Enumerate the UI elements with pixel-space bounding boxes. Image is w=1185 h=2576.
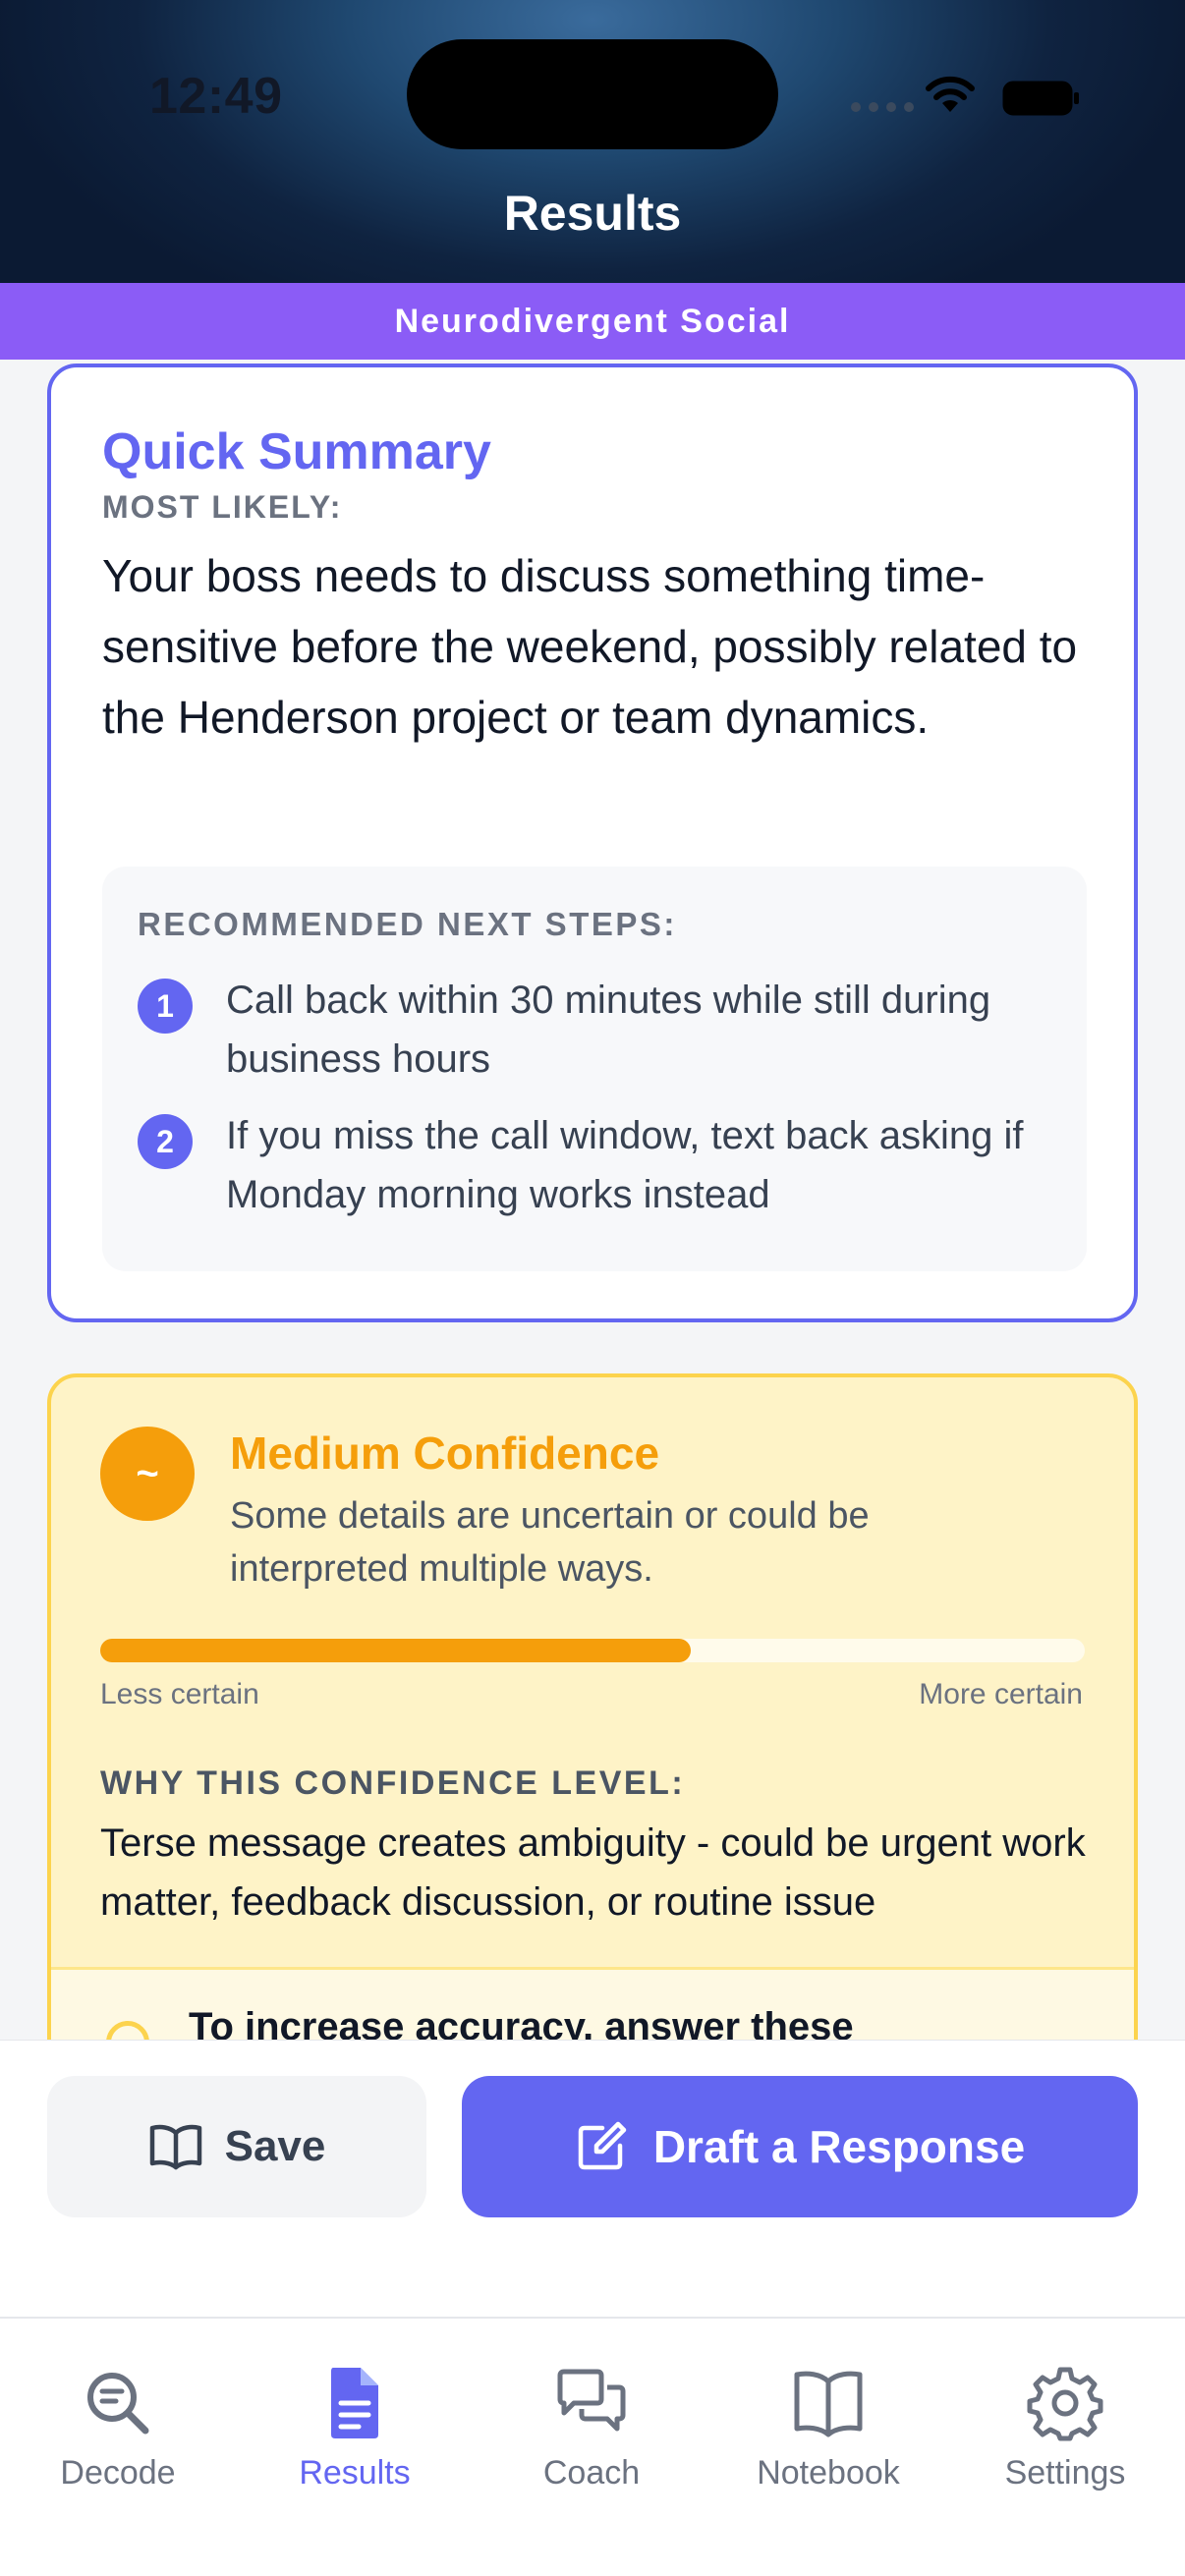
status-icons — [845, 73, 1091, 120]
cellular-signal-icon — [851, 102, 914, 112]
dynamic-island — [407, 39, 778, 149]
chat-bubbles-icon — [557, 2369, 626, 2432]
accuracy-prompt: To increase accuracy, answer these — [189, 2005, 854, 2040]
quick-summary-card: Quick Summary MOST LIKELY: Your boss nee… — [47, 364, 1138, 1322]
lightbulb-icon — [106, 2021, 149, 2040]
most-likely-text: Your boss needs to discuss something tim… — [102, 550, 1078, 743]
confidence-meter-fill — [100, 1639, 692, 1662]
save-label: Save — [224, 2122, 326, 2170]
step-number-badge: 1 — [138, 979, 193, 1034]
book-icon — [794, 2371, 863, 2437]
tab-label: Settings — [1004, 2454, 1126, 2492]
save-button[interactable]: Save — [47, 2076, 426, 2217]
draft-response-button[interactable]: Draft a Response — [462, 2076, 1138, 2217]
confidence-card: ~ Medium Confidence Some details are unc… — [47, 1373, 1138, 2040]
confidence-meter — [100, 1639, 1085, 1662]
next-steps-label: RECOMMENDED NEXT STEPS: — [138, 906, 677, 942]
more-certain-label: More certain — [919, 1678, 1083, 1710]
results-screen: 12:49 Results Neurodivergent Social Quic… — [0, 0, 1185, 2576]
tab-label: Decode — [60, 2454, 176, 2492]
gear-icon — [1027, 2367, 1103, 2441]
step-number-badge: 2 — [138, 1114, 193, 1169]
wifi-icon — [926, 76, 975, 112]
confidence-description: Some details are uncertain or could be i… — [230, 1495, 870, 1590]
most-likely-label: MOST LIKELY: — [102, 489, 343, 525]
next-steps-box: RECOMMENDED NEXT STEPS: 1 Call back with… — [102, 867, 1087, 1271]
tab-label: Results — [299, 2454, 411, 2492]
battery-icon — [1002, 81, 1079, 116]
document-icon — [331, 2368, 378, 2438]
tab-bar: Decode Results Coach Notebook Settings — [0, 2317, 1185, 2576]
search-doc-icon — [87, 2373, 149, 2435]
why-confidence-text: Terse message creates ambiguity - could … — [100, 1821, 1086, 1924]
confidence-badge-icon: ~ — [100, 1427, 195, 1521]
compose-icon — [578, 2121, 627, 2170]
step-text: If you miss the call window, text back a… — [226, 1114, 1024, 1216]
less-certain-label: Less certain — [100, 1678, 259, 1710]
accuracy-questions-toggle[interactable]: To increase accuracy, answer these — [51, 1967, 1134, 2040]
confidence-title: Medium Confidence — [230, 1428, 660, 1479]
book-icon — [149, 2124, 201, 2170]
status-time: 12:49 — [149, 68, 283, 125]
tab-notebook[interactable]: Notebook — [710, 2364, 946, 2511]
category-banner: Neurodivergent Social — [0, 283, 1185, 360]
tab-label: Notebook — [757, 2454, 900, 2492]
tab-decode[interactable]: Decode — [0, 2364, 236, 2511]
action-bar: Save Draft a Response — [0, 2040, 1185, 2319]
tab-coach[interactable]: Coach — [474, 2364, 709, 2511]
tab-label: Coach — [542, 2454, 641, 2492]
why-confidence-label: WHY THIS CONFIDENCE LEVEL: — [100, 1764, 686, 1802]
header: 12:49 Results — [0, 0, 1185, 283]
draft-label: Draft a Response — [652, 2121, 1026, 2172]
page-title: Results — [503, 186, 682, 241]
summary-title: Quick Summary — [102, 423, 491, 480]
results-scroll-area[interactable]: Quick Summary MOST LIKELY: Your boss nee… — [0, 360, 1185, 2040]
tab-results[interactable]: Results — [237, 2364, 473, 2511]
tab-settings[interactable]: Settings — [947, 2364, 1183, 2511]
step-text: Call back within 30 minutes while still … — [226, 979, 991, 1081]
